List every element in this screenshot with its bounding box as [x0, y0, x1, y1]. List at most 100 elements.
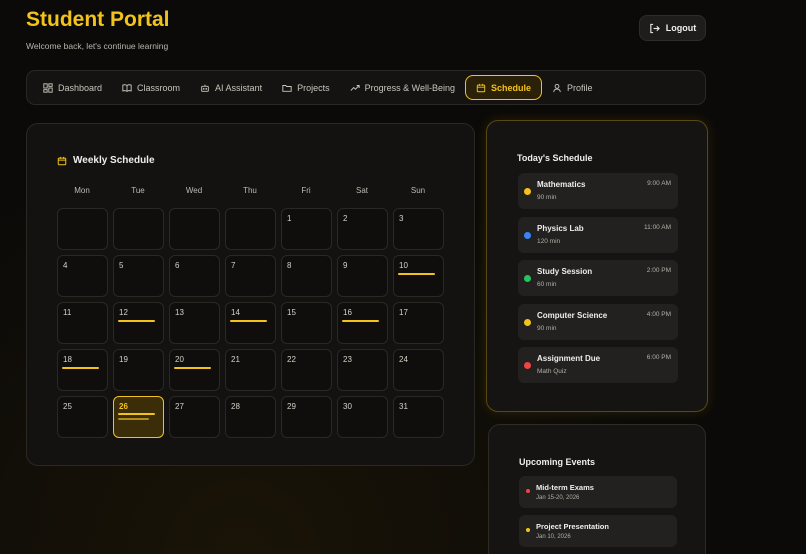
schedule-item-time: 9:00 AM [647, 180, 671, 187]
calendar-day-cell[interactable]: 22 [281, 349, 332, 391]
calendar-day-cell[interactable] [225, 208, 276, 250]
calendar-day-cell[interactable]: 20 [169, 349, 220, 391]
day-number: 15 [287, 308, 296, 317]
calendar-day-cell[interactable] [169, 208, 220, 250]
calendar-day-cell[interactable]: 11 [57, 302, 108, 344]
nav-item-profile[interactable]: Profile [542, 75, 603, 100]
day-number: 30 [343, 402, 352, 411]
calendar-day-cell[interactable]: 15 [281, 302, 332, 344]
upcoming-events-panel: Upcoming Events Mid-term Exams Jan 15-20,… [488, 424, 706, 554]
calendar-day-cell[interactable]: 14 [225, 302, 276, 344]
event-marker [230, 320, 267, 322]
weekly-schedule-title: Weekly Schedule [73, 155, 155, 166]
calendar-day-cell[interactable]: 13 [169, 302, 220, 344]
calendar-day-cell[interactable]: 16 [337, 302, 388, 344]
day-number: 7 [231, 261, 236, 270]
nav-item-schedule[interactable]: Schedule [464, 75, 542, 100]
event-marker-secondary [118, 418, 149, 420]
day-number: 22 [287, 355, 296, 364]
calendar-day-cell[interactable] [113, 208, 164, 250]
day-number: 17 [399, 308, 408, 317]
status-dot [524, 188, 531, 195]
calendar-day-cell[interactable]: 30 [337, 396, 388, 438]
schedule-item-name: Mathematics [537, 180, 586, 189]
event-date: Jan 15-20, 2026 [536, 495, 580, 501]
calendar-day-cell[interactable]: 3 [393, 208, 444, 250]
calendar-icon [57, 156, 67, 165]
day-number: 8 [287, 261, 292, 270]
nav-item-projects[interactable]: Projects [272, 75, 340, 100]
event-item[interactable]: Project Presentation Jan 10, 2026 [519, 515, 677, 547]
nav-label: Schedule [490, 82, 531, 93]
calendar-day-cell[interactable]: 4 [57, 255, 108, 297]
calendar-day-cell[interactable]: 29 [281, 396, 332, 438]
calendar-day-cell[interactable]: 12 [113, 302, 164, 344]
calendar-day-cell[interactable] [57, 208, 108, 250]
calendar-day-cell[interactable]: 25 [57, 396, 108, 438]
calendar-day-cell[interactable]: 17 [393, 302, 444, 344]
logout-icon [650, 23, 660, 33]
day-number: 5 [119, 261, 124, 270]
schedule-item[interactable]: Physics Lab 120 min 11:00 AM [518, 216, 678, 253]
weekday-header: Fri [301, 186, 311, 195]
event-item[interactable]: Mid-term Exams Jan 15-20, 2026 [519, 476, 677, 508]
nav-item-classroom[interactable]: Classroom [112, 75, 190, 100]
schedule-item-detail: 90 min [537, 194, 557, 201]
nav-label: Profile [566, 82, 593, 93]
event-name: Project Presentation [536, 522, 609, 531]
calendar-day-cell[interactable]: 28 [225, 396, 276, 438]
folder-icon [282, 84, 292, 92]
logout-button[interactable]: Logout [639, 15, 706, 41]
calendar-day-cell[interactable]: 5 [113, 255, 164, 297]
nav-item-dashboard[interactable]: Dashboard [33, 75, 112, 100]
todays-schedule-title: Today's Schedule [517, 153, 593, 163]
schedule-item-time: 2:00 PM [646, 267, 671, 274]
weekday-header: Wed [185, 186, 203, 195]
upcoming-events-title: Upcoming Events [519, 457, 596, 467]
day-number: 3 [399, 214, 404, 223]
nav-item-progress[interactable]: Progress & Well-Being [340, 75, 465, 100]
day-number: 2 [343, 214, 348, 223]
calendar-day-cell[interactable]: 9 [337, 255, 388, 297]
schedule-item[interactable]: Computer Science 90 min 4:00 PM [518, 303, 678, 340]
day-number: 13 [175, 308, 184, 317]
schedule-item[interactable]: Assignment Due Math Quiz 6:00 PM [518, 347, 678, 383]
calendar-day-cell[interactable]: 8 [281, 255, 332, 297]
calendar-day-cell[interactable]: 10 [393, 255, 444, 297]
schedule-item[interactable]: Mathematics 90 min 9:00 AM [518, 173, 678, 209]
calendar-day-cell[interactable]: 31 [393, 396, 444, 438]
weekday-header: Sun [410, 186, 426, 195]
nav-item-ai-assistant[interactable]: AI Assistant [190, 75, 272, 100]
weekday-header: Mon [74, 186, 90, 195]
calendar-day-cell[interactable]: 24 [393, 349, 444, 391]
book-icon [122, 83, 132, 92]
calendar-day-cell[interactable]: 2 [337, 208, 388, 250]
calendar-day-cell[interactable]: 18 [57, 349, 108, 391]
calendar-day-cell[interactable]: 6 [169, 255, 220, 297]
calendar-day-cell[interactable]: 26 [113, 396, 164, 438]
calendar-day-cell[interactable]: 27 [169, 396, 220, 438]
day-number: 23 [343, 355, 352, 364]
day-number: 27 [175, 402, 184, 411]
day-number: 10 [399, 261, 408, 270]
calendar-day-cell[interactable]: 7 [225, 255, 276, 297]
calendar-day-cell[interactable]: 1 [281, 208, 332, 250]
event-marker [118, 413, 155, 415]
calendar-day-cell[interactable]: 21 [225, 349, 276, 391]
schedule-item-detail: 60 min [537, 281, 557, 288]
schedule-item[interactable]: Study Session 60 min 2:00 PM [518, 260, 678, 296]
user-icon [553, 83, 561, 92]
day-number: 18 [63, 355, 72, 364]
event-marker [342, 320, 379, 322]
page-title: Student Portal [26, 8, 170, 31]
event-dot [526, 489, 530, 493]
trend-icon [350, 84, 360, 91]
status-dot [524, 318, 531, 326]
calendar-day-cell[interactable]: 23 [337, 349, 388, 391]
nav-label: Classroom [137, 82, 181, 93]
dashboard-icon [43, 82, 53, 93]
status-dot [524, 362, 531, 369]
day-number: 11 [63, 308, 72, 317]
calendar-day-cell[interactable]: 19 [113, 349, 164, 391]
nav-label: AI Assistant [215, 82, 263, 93]
